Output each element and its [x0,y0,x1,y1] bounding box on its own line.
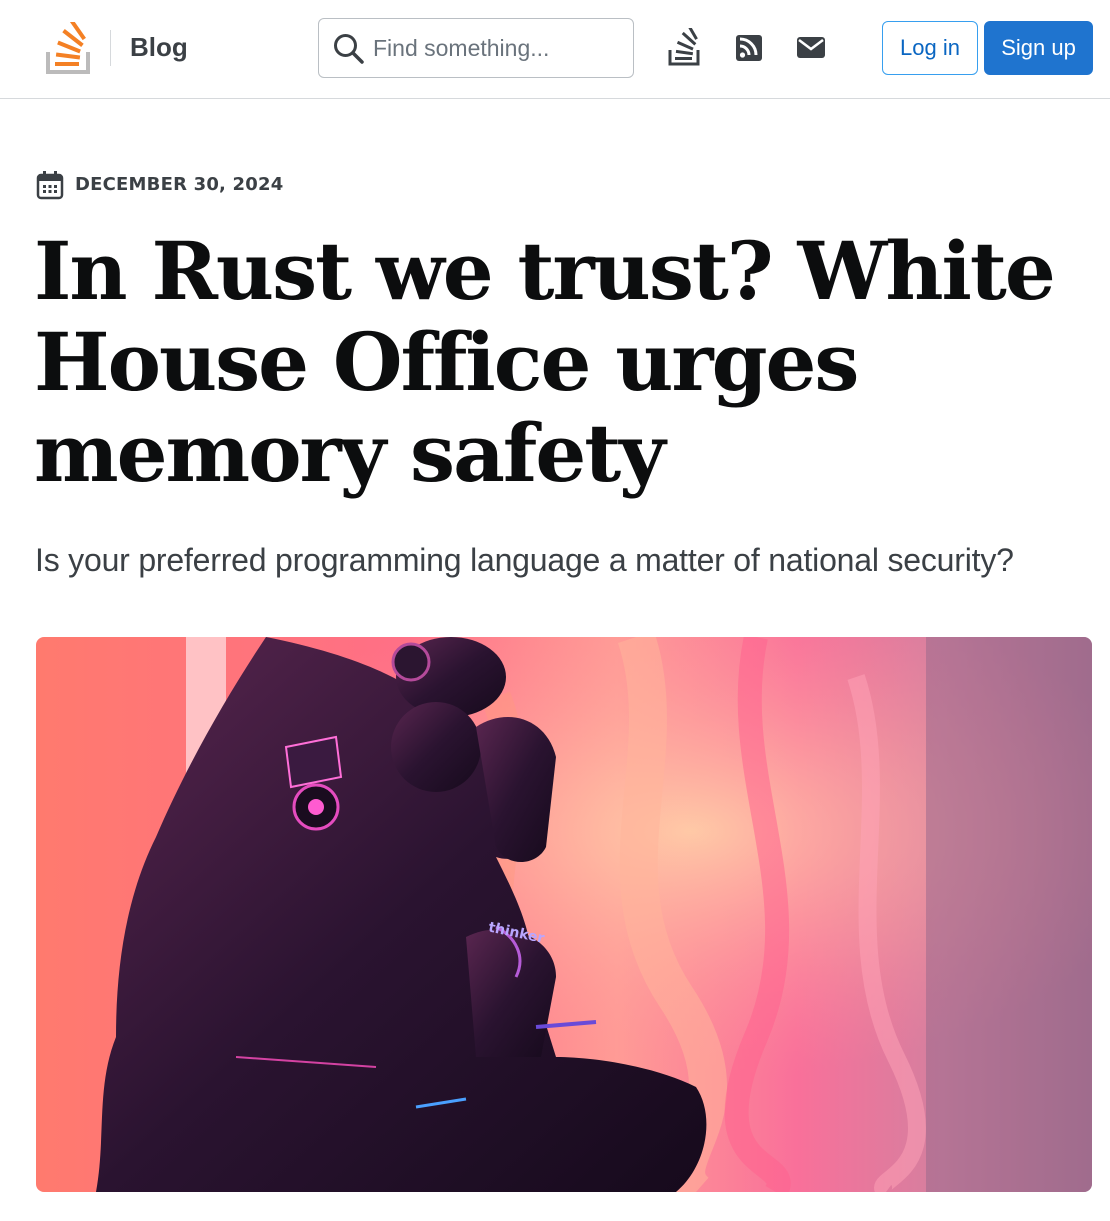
stack-overflow-logo[interactable] [44,19,94,74]
stack-overflow-icon[interactable] [666,25,702,68]
top-bar: Blog Log i [0,0,1110,99]
login-button[interactable]: Log in [882,21,978,75]
calendar-icon [36,170,64,200]
publish-date-text: DECEMBER 30, 2024 [75,174,284,195]
article-title: In Rust we trust? White House Office urg… [34,224,1056,500]
hero-image: thinker [36,637,1092,1192]
logo-divider [110,30,111,66]
mail-icon[interactable] [793,28,829,68]
blog-section-link[interactable]: Blog [130,29,188,65]
signup-button[interactable]: Sign up [984,21,1093,75]
search-icon [333,33,365,65]
article-subtitle: Is your preferred programming language a… [35,542,1014,578]
search-input[interactable] [373,29,623,67]
rss-icon[interactable] [732,28,768,68]
search-box[interactable] [318,18,634,78]
